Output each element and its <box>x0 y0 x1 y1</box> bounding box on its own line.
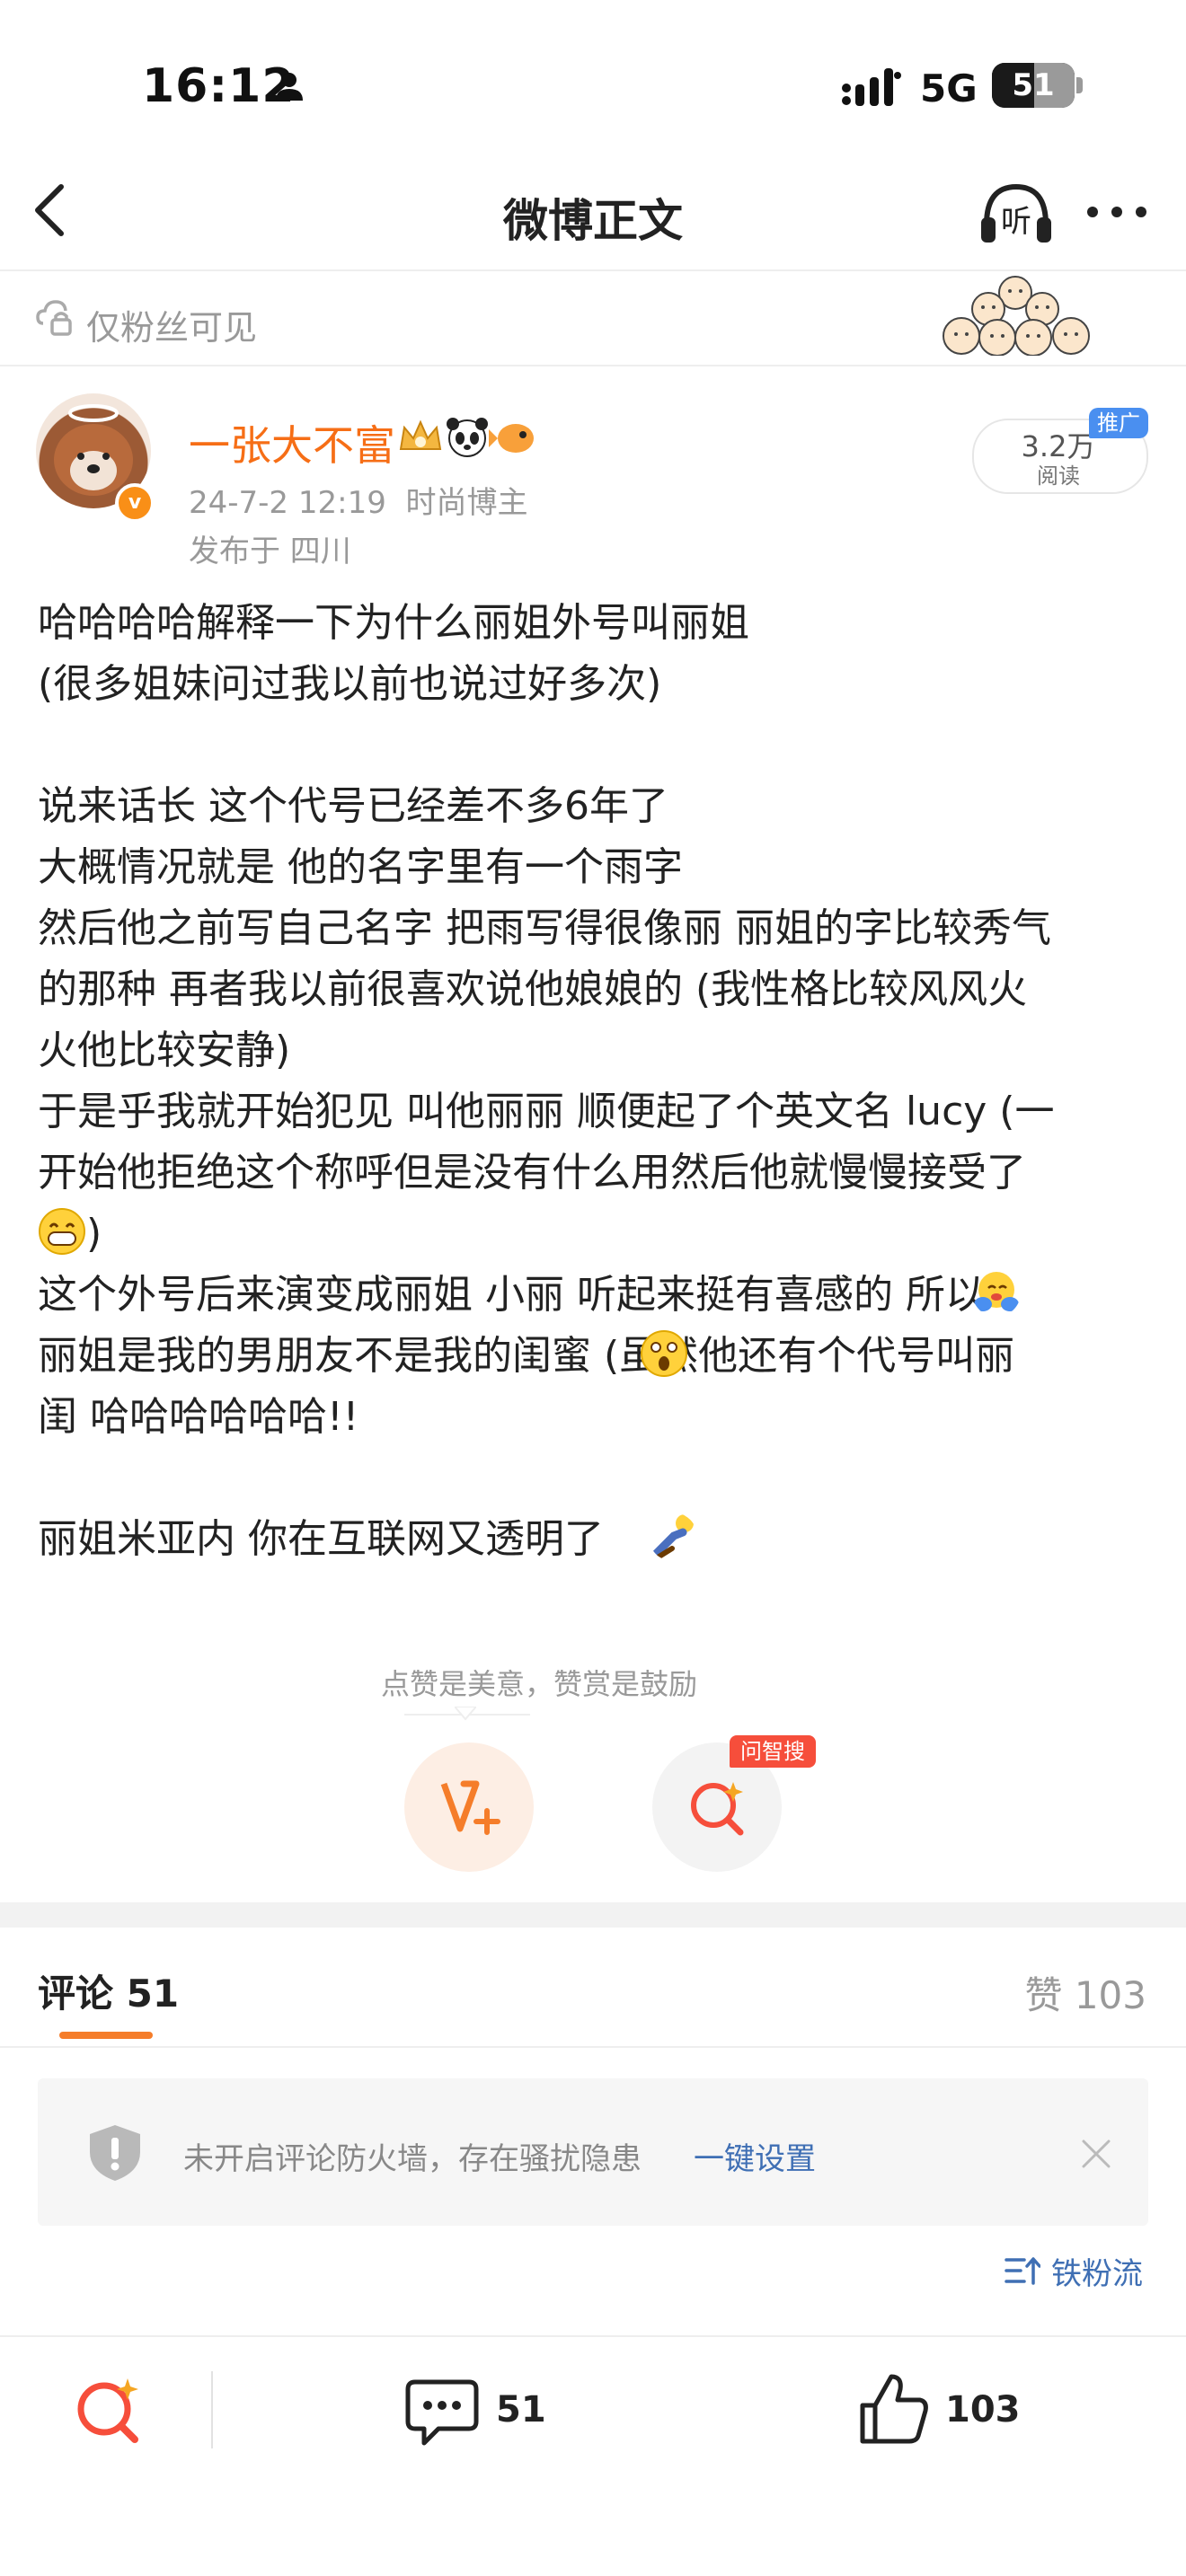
bottom-bar-separator <box>211 2371 213 2448</box>
firewall-setup-link[interactable]: 一键设置 <box>694 2134 816 2178</box>
more-icon[interactable] <box>1085 203 1148 221</box>
reward-button[interactable] <box>404 1742 534 1872</box>
cloud-lock-icon <box>36 300 72 336</box>
smart-search-icon <box>691 1782 744 1836</box>
post-line: ) <box>86 1211 102 1257</box>
kneel-emoji-icon <box>651 1514 694 1560</box>
post-line-with-emoji: ) <box>38 1204 1148 1265</box>
comment-icon[interactable] <box>404 2377 480 2448</box>
grin-emoji-icon <box>39 1208 85 1255</box>
section-divider <box>0 365 1186 366</box>
reward-icon <box>440 1780 500 1835</box>
emoji-crowd-icon <box>943 276 1090 356</box>
post-line: 火他比较安静) <box>38 1028 291 1073</box>
visibility-label: 仅粉丝可见 <box>86 308 258 348</box>
tab-comments[interactable]: 评论 51 <box>38 1963 179 2018</box>
section-gap <box>0 1902 1186 1928</box>
battery-indicator: 51 <box>992 63 1075 108</box>
post-line: (很多姐妹问过我以前也说过好多次) <box>38 661 662 707</box>
author-badges[interactable] <box>397 415 541 460</box>
post-blank-line <box>38 1448 1148 1509</box>
firewall-text: 未开启评论防火墙，存在骚扰隐患 <box>183 2141 642 2177</box>
headphones-icon: 听 <box>981 183 1051 243</box>
post-line-with-emoji: 这个外号后来演变成丽姐 小丽 听起来挺有喜感的 所以 <box>38 1265 1148 1326</box>
post-line: 这个外号后来演变成丽姐 小丽 听起来挺有喜感的 所以 <box>38 1272 985 1318</box>
post-line: 丽姐米亚内 你在互联网又透明了 <box>38 1516 604 1562</box>
shock-emoji-icon <box>641 1330 687 1377</box>
reward-hint: 点赞是美意，赞赏是鼓励 <box>380 1667 697 1701</box>
post-line: 的那种 再者我以前很喜欢说他娘娘的 (我性格比较风风火 <box>38 966 1028 1012</box>
post-date: 24-7-2 12:19 <box>189 485 386 521</box>
post-line: 开始他拒绝这个称呼但是没有什么用然后他就慢慢接受了 <box>38 1150 1026 1195</box>
sort-icon[interactable] <box>1005 2254 1040 2287</box>
network-type: 5G <box>920 66 978 110</box>
post-line: 闺 哈哈哈哈哈哈!! <box>38 1394 359 1440</box>
smart-search-icon[interactable] <box>72 2373 144 2445</box>
fish-icon <box>489 424 534 453</box>
nav-divider <box>0 269 1186 271</box>
bottom-bar-divider <box>0 2335 1186 2337</box>
smart-search-tag: 问智搜 <box>730 1735 816 1768</box>
verified-badge: v <box>115 483 155 523</box>
battery-nub <box>1076 77 1083 93</box>
sort-label[interactable]: 铁粉流 <box>1051 2249 1143 2293</box>
post-line-with-emoji: 丽姐是我的男朋友不是我的闺蜜 (虽然他还有个代号叫丽 <box>38 1326 1148 1387</box>
post-body: 哈哈哈哈解释一下为什么丽姐外号叫丽姐 (很多姐妹问过我以前也说过好多次) 说来话… <box>38 593 1148 1570</box>
close-icon[interactable] <box>1080 2138 1112 2170</box>
reward-caret <box>455 1707 476 1721</box>
post-line: 然后他之前写自己名字 把雨写得很像丽 丽姐的字比较秀气 <box>38 905 1051 951</box>
post-blank-line <box>38 715 1148 776</box>
hug-emoji-icon <box>974 1272 1019 1311</box>
signal-icon <box>842 68 901 106</box>
post-line-with-emoji: 丽姐米亚内 你在互联网又透明了 <box>38 1509 1148 1570</box>
post-line: 哈哈哈哈解释一下为什么丽姐外号叫丽姐 <box>38 600 749 646</box>
crown-icon <box>399 419 442 450</box>
post-location: 发布于 四川 <box>189 534 351 569</box>
post-line: 丽姐是我的男朋友不是我的闺蜜 (虽然他还有个代号叫丽 <box>38 1333 1015 1379</box>
author-tag: 时尚博主 <box>405 485 528 521</box>
thumbs-up-icon[interactable] <box>857 2371 929 2447</box>
post-line: 说来话长 这个代号已经差不多6年了 <box>38 783 668 829</box>
reads-label: 阅读 <box>1037 463 1080 489</box>
person-icon <box>276 73 303 101</box>
listen-label: 听 <box>1001 204 1031 240</box>
post-line: 于是乎我就开始犯见 叫他丽丽 顺便起了个英文名 lucy (一 <box>38 1089 1055 1134</box>
battery-level: 51 <box>1012 67 1055 103</box>
like-count[interactable]: 103 <box>945 2389 1021 2430</box>
author-name[interactable]: 一张大不富 <box>189 413 395 472</box>
tab-active-indicator <box>59 2032 153 2039</box>
promo-tag[interactable]: 推广 <box>1089 408 1148 438</box>
listen-button[interactable]: 听 <box>978 178 1055 250</box>
tabs-divider <box>0 2046 1186 2048</box>
status-time: 16:12 <box>142 59 296 113</box>
post-line: 大概情况就是 他的名字里有一个雨字 <box>38 844 683 890</box>
post-meta: 24-7-2 12:19 时尚博主 <box>189 478 527 522</box>
tab-likes[interactable]: 赞 103 <box>1024 1965 1146 2020</box>
comment-count[interactable]: 51 <box>496 2389 546 2430</box>
shield-icon <box>90 2125 140 2181</box>
panda-icon <box>447 418 488 457</box>
